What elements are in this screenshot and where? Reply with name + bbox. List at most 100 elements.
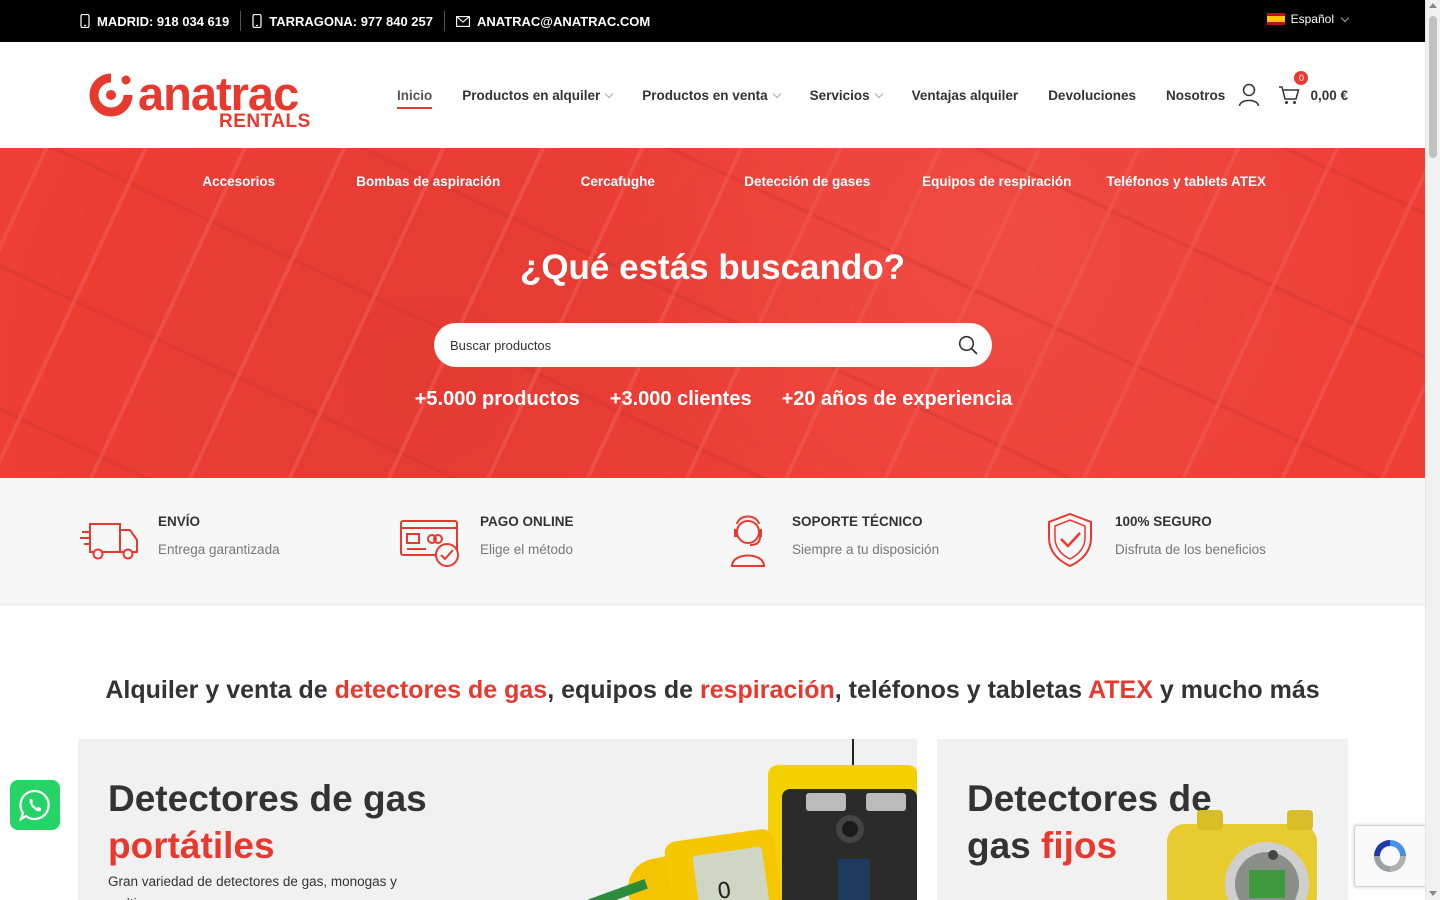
nav-label: Nosotros (1165, 87, 1226, 103)
support-agent-icon (730, 515, 766, 567)
header-actions: 0 0,00 € (1238, 42, 1348, 148)
hero-banner: Accesorios Bombas de aspiración Cercafug… (0, 148, 1425, 478)
hero-heading: ¿Qué estás buscando? (519, 248, 906, 287)
divider (444, 11, 445, 31)
category-telefonos-tablets-atex[interactable]: Teléfonos y tablets ATEX (1092, 174, 1282, 189)
nav-label: Devoluciones (1048, 87, 1136, 103)
card-description: Gran variedad de detectores de gas, mono… (108, 874, 397, 900)
search-input[interactable] (450, 337, 958, 353)
cart-total: 0,00 € (1310, 87, 1348, 103)
card-detectores-fijos[interactable]: Detectores de gas fijos (937, 739, 1348, 900)
category-equipos-respiracion[interactable]: Equipos de respiración (902, 174, 1092, 189)
category-cercafughe[interactable]: Cercafughe (523, 174, 713, 189)
chevron-down-icon (605, 89, 614, 98)
cart-button[interactable]: 0 0,00 € (1278, 71, 1348, 105)
heading-highlight: ATEX (1088, 676, 1153, 704)
feature-soporte-tecnico: SOPORTE TÉCNICO Siempre a tu disposición (730, 512, 939, 568)
category-navigation: Accesorios Bombas de aspiración Cercafug… (144, 174, 1281, 189)
heading-text: , teléfonos y tabletas (834, 676, 1089, 704)
product-search-bar (434, 323, 992, 367)
contact-list: MADRID: 918 034 619 TARRAGONA: 977 840 2… (80, 0, 661, 42)
heading-text: , equipos de (547, 676, 700, 704)
scrollbar-thumb[interactable] (1429, 16, 1437, 158)
contact-email[interactable]: ANATRAC@ANATRAC.COM (456, 14, 661, 29)
nav-label: Servicios (809, 87, 870, 103)
cart-count-badge: 0 (1294, 71, 1309, 85)
nav-devoluciones[interactable]: Devoluciones (1048, 88, 1136, 103)
category-deteccion-gases[interactable]: Detección de gases (713, 174, 903, 189)
truck-icon (80, 523, 138, 560)
hero-stats: +5.000 productos +3.000 clientes +20 año… (0, 388, 1425, 411)
stat-clients: +3.000 clientes (609, 388, 752, 410)
chevron-down-icon (874, 89, 883, 98)
search-icon[interactable] (958, 335, 978, 355)
site-logo[interactable]: anatrac RENTALS (86, 68, 326, 132)
user-account-icon[interactable] (1238, 83, 1260, 107)
site-header: anatrac RENTALS Inicio Productos en alqu… (0, 42, 1425, 148)
recaptcha-badge[interactable] (1354, 825, 1426, 887)
cart-icon (1279, 86, 1300, 104)
chevron-down-icon (772, 89, 781, 98)
logo-mark-icon (89, 73, 133, 117)
logo-tagline: RENTALS (219, 111, 311, 132)
heading-highlight: detectores de gas (334, 676, 548, 704)
hero-background-image (0, 148, 1425, 478)
feature-text: PAGO ONLINE Elige el método (480, 512, 574, 557)
feature-title: ENVÍO (158, 514, 201, 529)
nav-label: Productos en venta (642, 87, 768, 103)
feature-subtitle: Entrega garantizada (158, 542, 280, 557)
category-bombas-aspiracion[interactable]: Bombas de aspiración (334, 174, 524, 189)
feature-text: SOPORTE TÉCNICO Siempre a tu disposición (792, 512, 939, 557)
spain-flag-icon (1266, 13, 1285, 25)
nav-productos-venta[interactable]: Productos en venta (642, 87, 781, 103)
feature-title: PAGO ONLINE (480, 514, 574, 529)
whatsapp-button[interactable] (10, 780, 60, 830)
nav-nosotros[interactable]: Nosotros (1166, 88, 1225, 103)
divider (240, 11, 242, 31)
scroll-down-arrow-icon[interactable] (1429, 891, 1437, 896)
nav-inicio[interactable]: Inicio (397, 87, 433, 109)
mobile-phone-icon (80, 14, 90, 28)
feature-title: 100% SEGURO (1115, 514, 1212, 529)
shield-check-icon (1048, 512, 1092, 568)
page-scrollbar[interactable] (1425, 0, 1440, 900)
whatsapp-icon (19, 789, 50, 822)
mobile-phone-icon (252, 14, 262, 28)
section-heading: Alquiler y venta de detectores de gas, e… (0, 676, 1425, 705)
feature-subtitle: Elige el método (480, 542, 574, 557)
envelope-icon (456, 15, 470, 27)
feature-text: 100% SEGURO Disfruta de los beneficios (1115, 512, 1266, 557)
chevron-down-icon (1340, 13, 1350, 22)
nav-servicios[interactable]: Servicios (809, 87, 883, 103)
email-address: ANATRAC@ANATRAC.COM (477, 13, 651, 29)
nav-label: Productos en alquiler (462, 87, 601, 103)
contact-tarragona[interactable]: TARRAGONA: 977 840 257 (252, 14, 444, 29)
stat-experience: +20 años de experiencia (781, 388, 1013, 410)
nav-label: Inicio (397, 87, 433, 103)
card-detectores-portatiles[interactable]: Detectores de gas portátiles Gran varieda… (78, 739, 917, 900)
feature-envio: ENVÍO Entrega garantizada (78, 512, 280, 568)
madrid-phone: MADRID: 918 034 619 (97, 13, 230, 29)
feature-seguro: 100% SEGURO Disfruta de los beneficios (1047, 512, 1266, 568)
card-title-highlight: fijos (1041, 825, 1118, 866)
feature-subtitle: Siempre a tu disposición (792, 542, 940, 557)
scroll-up-arrow-icon[interactable] (1429, 3, 1437, 8)
recaptcha-icon (1374, 840, 1406, 872)
features-bar: ENVÍO Entrega garantizada PAGO ONLINE El… (0, 478, 1425, 605)
main-navigation: Inicio Productos en alquiler Productos e… (397, 42, 1225, 148)
feature-title: SOPORTE TÉCNICO (792, 514, 923, 529)
portable-gas-detectors-image: 0 (588, 739, 917, 900)
payment-card-icon (400, 520, 459, 567)
nav-ventajas-alquiler[interactable]: Ventajas alquiler (912, 88, 1019, 103)
card-title-dark: gas (967, 825, 1042, 866)
card-title: Detectores de gas portátiles (108, 775, 427, 869)
card-title-dark: Detectores de gas (108, 778, 427, 819)
nav-productos-alquiler[interactable]: Productos en alquiler (462, 87, 614, 103)
fixed-gas-detector-image (1167, 810, 1317, 900)
heading-text: y mucho más (1152, 676, 1320, 704)
feature-pago-online: PAGO ONLINE Elige el método (400, 512, 574, 568)
contact-madrid[interactable]: MADRID: 918 034 619 (80, 14, 240, 29)
category-accesorios[interactable]: Accesorios (144, 174, 334, 189)
language-selector[interactable]: Español (1266, 12, 1350, 26)
feature-text: ENVÍO Entrega garantizada (158, 512, 280, 557)
